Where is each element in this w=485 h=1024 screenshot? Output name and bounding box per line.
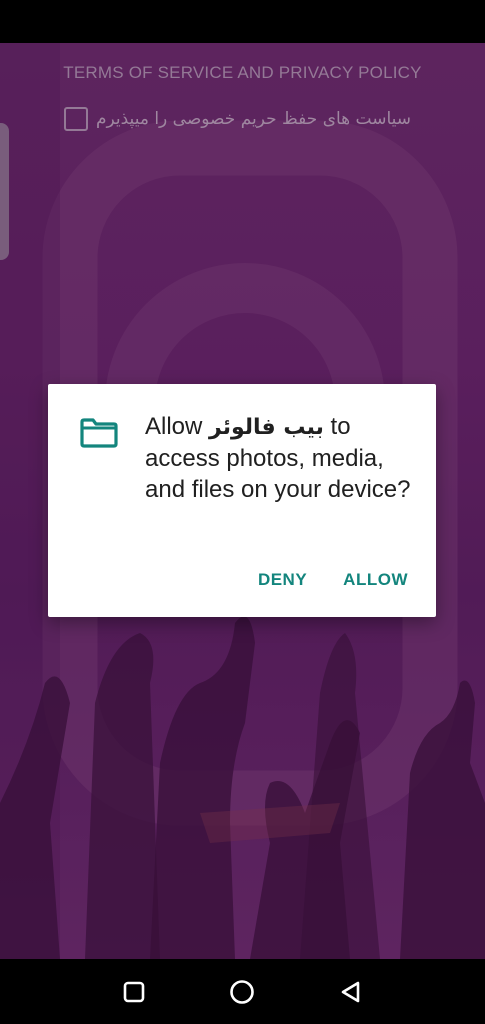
permission-dialog: Allow بیب فالوئر to access photos, media… [48, 384, 436, 617]
home-button[interactable] [222, 972, 262, 1012]
recents-button[interactable] [114, 972, 154, 1012]
navigation-bar [0, 959, 485, 1024]
status-bar [0, 0, 485, 43]
allow-button[interactable]: ALLOW [343, 570, 408, 590]
dialog-actions: DENY ALLOW [258, 570, 408, 590]
folder-icon [80, 418, 118, 448]
screen: TERMS OF SERVICE AND PRIVACY POLICY سیاس… [0, 0, 485, 1024]
deny-button[interactable]: DENY [258, 570, 307, 590]
message-prefix: Allow [145, 413, 210, 440]
square-icon [123, 981, 145, 1002]
app-name: بیب فالوئر [209, 415, 324, 440]
dialog-message: Allow بیب فالوئر to access photos, media… [145, 411, 425, 505]
triangle-back-icon [341, 981, 360, 1002]
back-button[interactable] [331, 972, 371, 1012]
circle-icon [230, 979, 255, 1004]
